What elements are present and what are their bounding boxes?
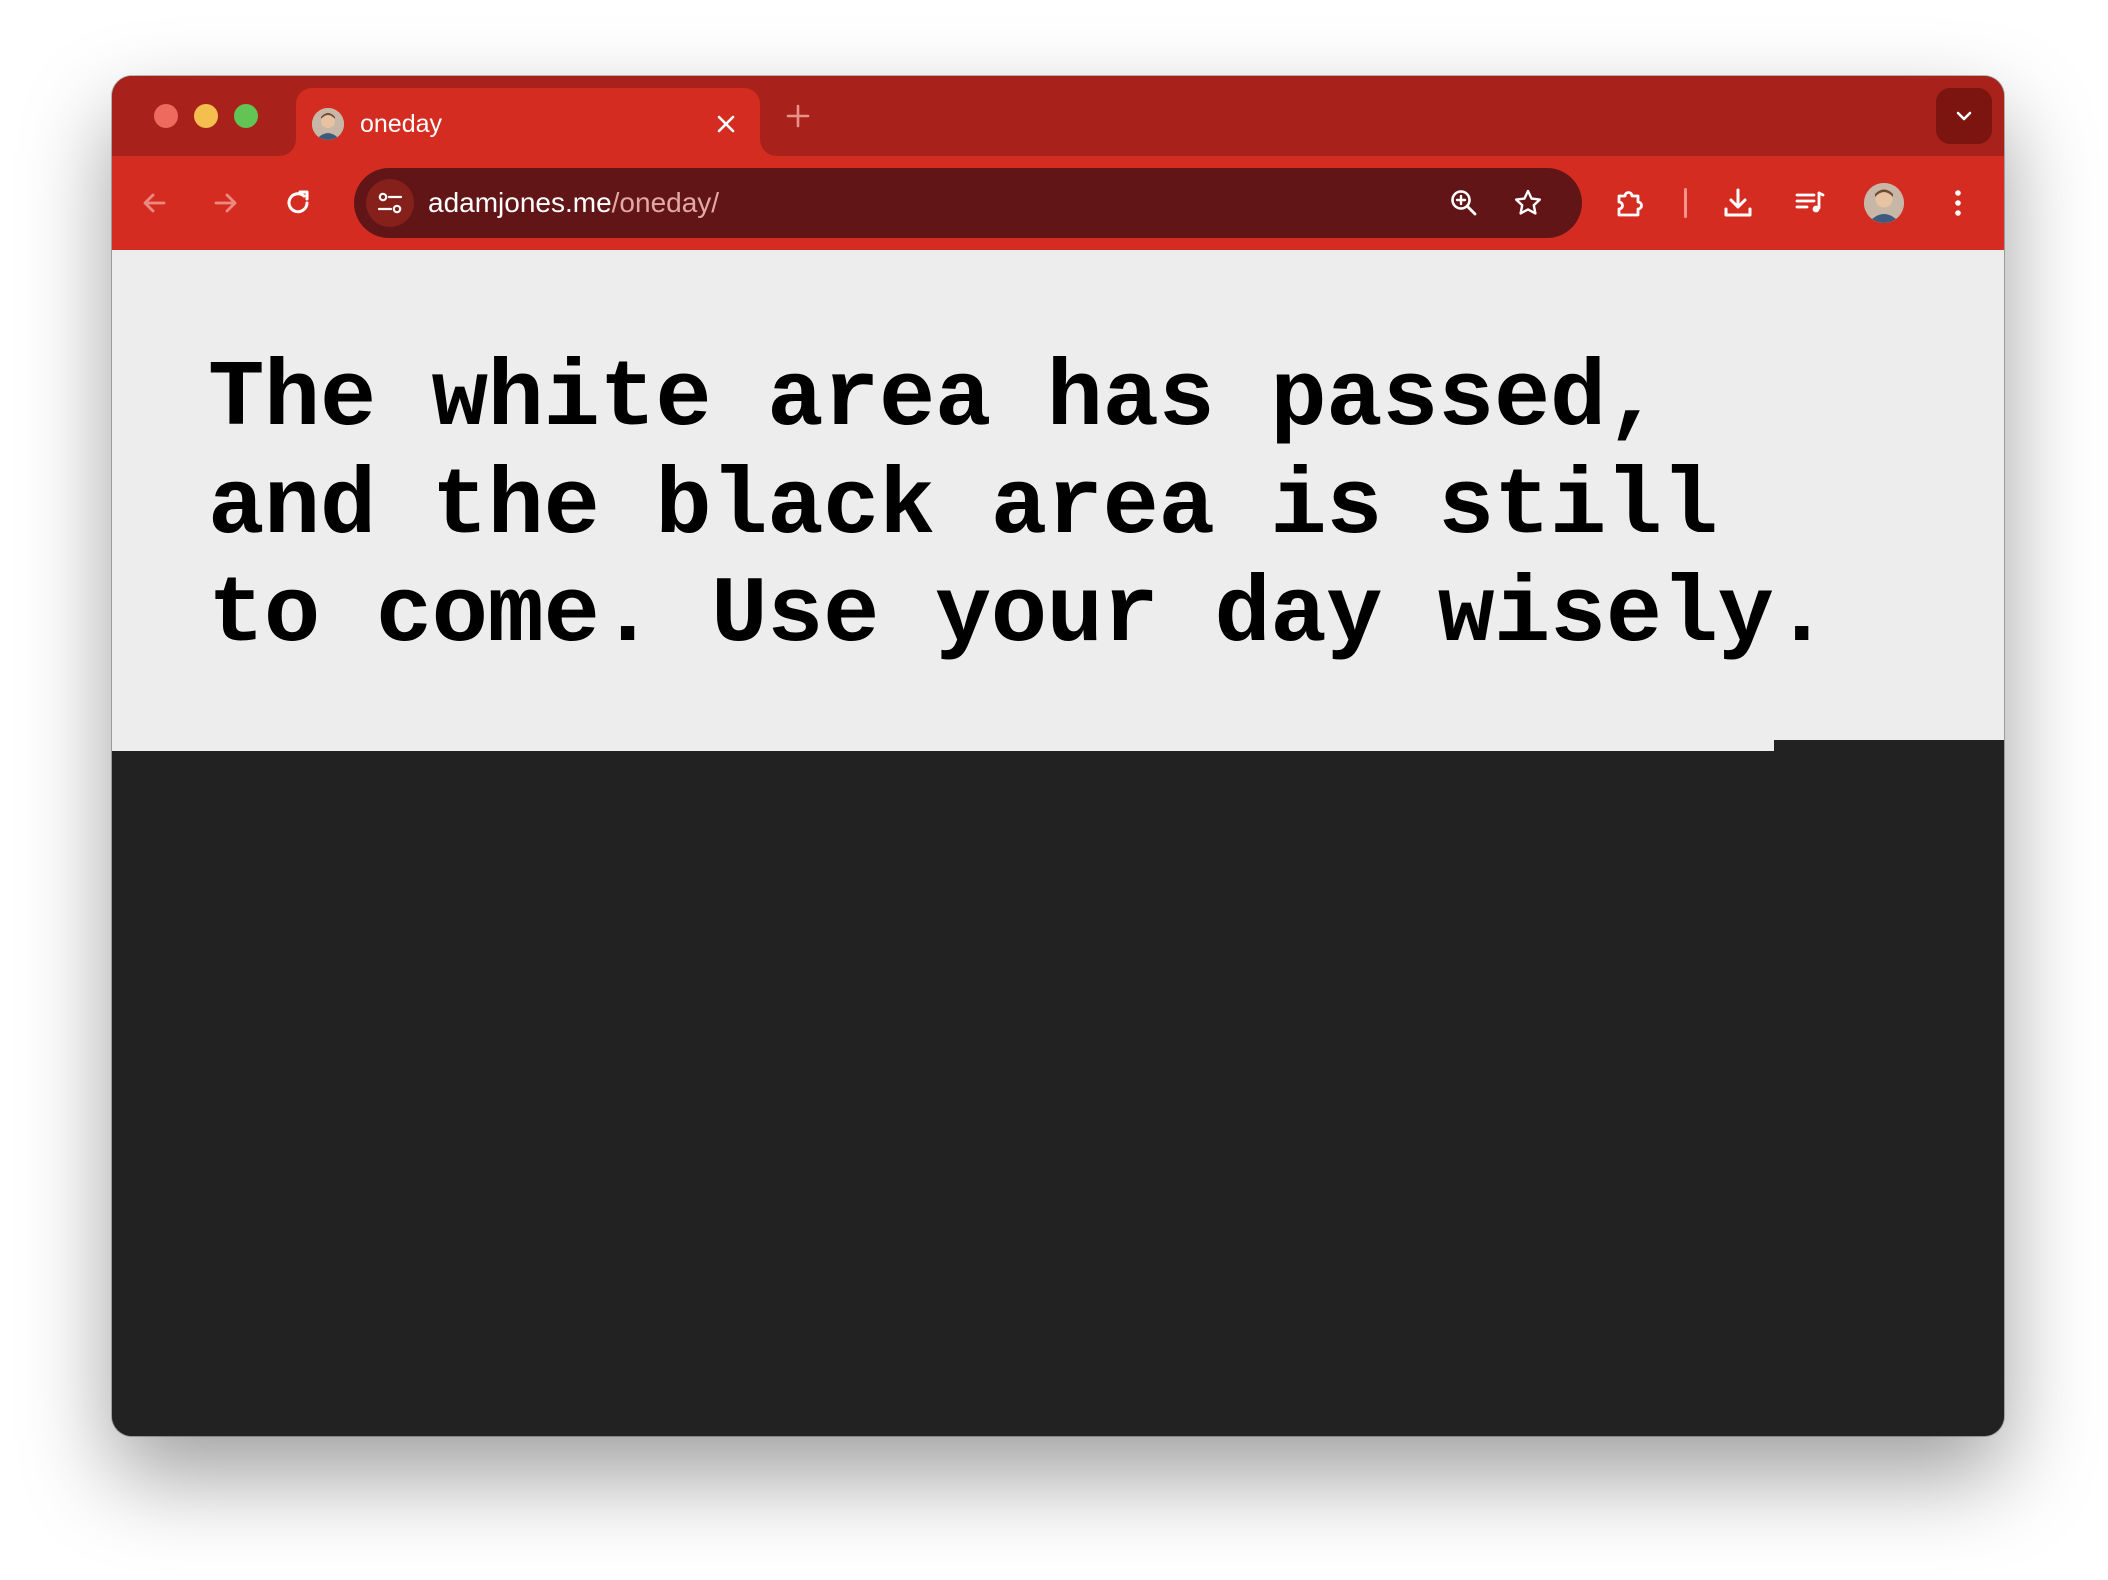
site-info-button[interactable]	[366, 179, 414, 227]
plus-icon	[786, 104, 810, 128]
tab-search-button[interactable]	[1936, 88, 1992, 144]
minimize-window-button[interactable]	[194, 104, 218, 128]
menu-button[interactable]	[1934, 179, 1982, 227]
zoom-window-button[interactable]	[234, 104, 258, 128]
tab-oneday[interactable]: oneday	[280, 88, 776, 156]
address-bar[interactable]: adamjones.me/oneday/	[354, 168, 1582, 238]
toolbar: adamjones.me/oneday/	[112, 156, 2004, 250]
day-message: The white area has passed, and the black…	[208, 347, 1830, 669]
page-content: The white area has passed, and the black…	[112, 250, 2004, 1436]
back-button[interactable]	[130, 179, 178, 227]
passed-time-current-row	[112, 740, 1774, 751]
zoom-button[interactable]	[1440, 179, 1488, 227]
tune-icon	[377, 192, 403, 214]
new-tab-button[interactable]	[780, 98, 816, 134]
url-path: /oneday/	[611, 187, 720, 218]
browser-window: oneday adamjones.me/oneday/ The white ar…	[112, 76, 2004, 1436]
reload-button[interactable]	[274, 179, 322, 227]
reload-icon	[287, 190, 309, 214]
downloads-button[interactable]	[1714, 179, 1762, 227]
forward-button[interactable]	[202, 179, 250, 227]
bookmark-button[interactable]	[1504, 179, 1552, 227]
profile-favicon-icon	[312, 108, 344, 140]
avatar-icon	[1864, 183, 1904, 223]
kebab-menu-icon	[1955, 190, 1961, 216]
zoom-in-icon	[1451, 190, 1477, 216]
tab-strip: oneday	[112, 76, 2004, 156]
media-queue-icon	[1795, 191, 1825, 213]
arrow-left-icon	[143, 193, 166, 213]
close-icon[interactable]	[710, 108, 742, 140]
chevron-down-icon	[1956, 111, 1972, 121]
extensions-button[interactable]	[1606, 179, 1654, 227]
tab-title: oneday	[360, 110, 443, 138]
url-text[interactable]: adamjones.me/oneday/	[428, 168, 719, 238]
arrow-right-icon	[214, 193, 237, 213]
toolbar-divider	[1684, 188, 1687, 218]
close-window-button[interactable]	[154, 104, 178, 128]
url-domain: adamjones.me	[428, 187, 612, 218]
profile-avatar[interactable]	[1864, 183, 1904, 223]
puzzle-icon	[1617, 191, 1643, 217]
download-icon	[1724, 188, 1752, 217]
star-icon	[1515, 189, 1541, 215]
media-controls-button[interactable]	[1786, 179, 1834, 227]
